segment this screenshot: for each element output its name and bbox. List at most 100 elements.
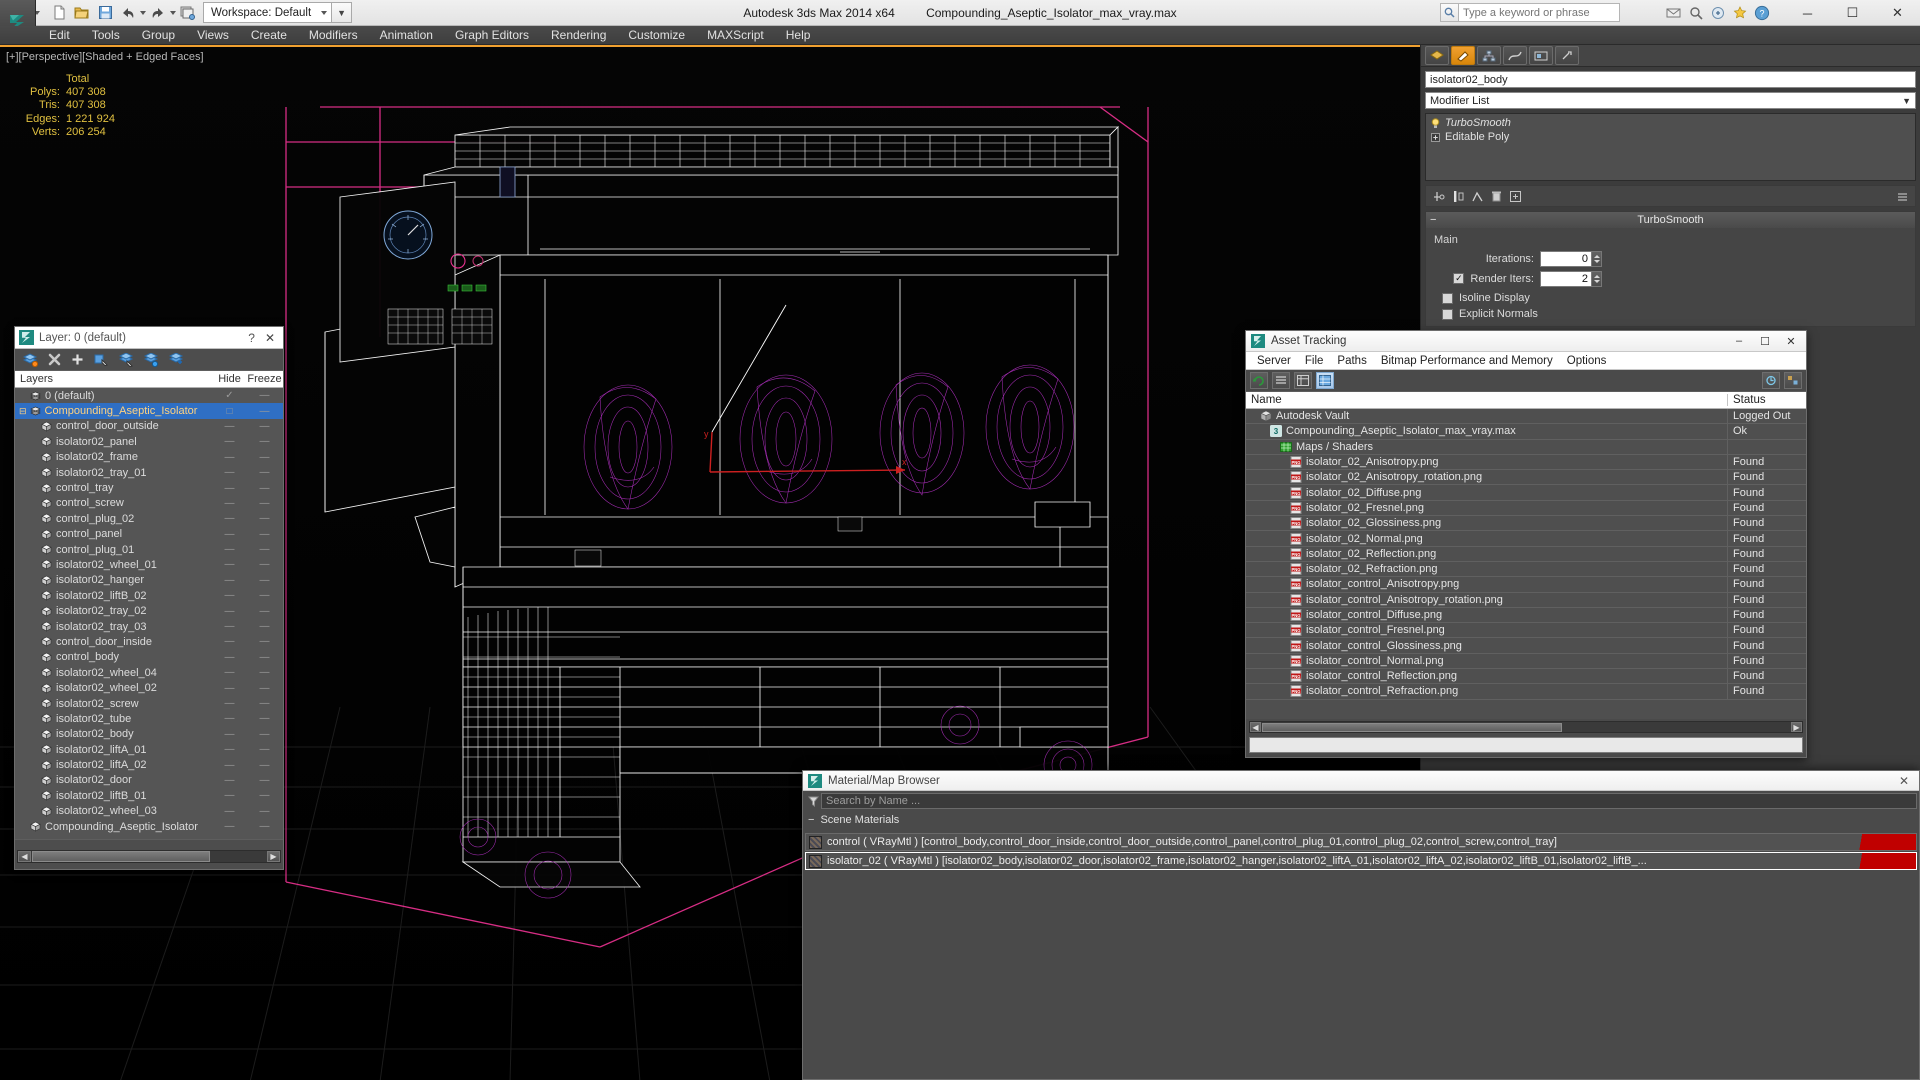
tab-create[interactable]	[1425, 46, 1449, 65]
layer-freeze-toggle[interactable]: —	[246, 729, 283, 740]
tab-motion[interactable]	[1503, 46, 1527, 65]
layer-row[interactable]: control_panel — —	[15, 527, 283, 542]
scene-materials-section[interactable]: − Scene Materials	[803, 811, 1919, 828]
layer-manager-help-button[interactable]: ?	[242, 331, 261, 345]
layer-hide-toggle[interactable]: —	[213, 621, 246, 632]
asset-row[interactable]: Autodesk Vault Logged Out	[1246, 409, 1806, 425]
tab-hierarchy[interactable]	[1477, 46, 1501, 65]
hide-unhide-layer-icon[interactable]	[169, 352, 184, 367]
layer-row[interactable]: isolator02_tray_01 — —	[15, 465, 283, 480]
asset-scroll-thumb[interactable]	[1262, 722, 1562, 732]
asset-row[interactable]: PNG isolator_control_Diffuse.png Found	[1246, 607, 1806, 624]
menu-item-customize[interactable]: Customize	[617, 26, 696, 45]
plus-expand-icon[interactable]	[1431, 132, 1440, 142]
iterations-value[interactable]: 0	[1540, 250, 1592, 267]
scroll-right-arrow-icon[interactable]: ▶	[267, 851, 280, 862]
layer-row[interactable]: control_plug_01 — —	[15, 542, 283, 557]
asset-scroll-right-icon[interactable]: ▶	[1791, 722, 1802, 732]
asset-tracking-titlebar[interactable]: Asset Tracking – ☐ ✕	[1246, 331, 1806, 352]
create-new-layer-icon[interactable]	[23, 352, 38, 367]
layer-hide-toggle[interactable]: —	[213, 821, 246, 832]
layer-hide-toggle[interactable]: —	[213, 760, 246, 771]
set-project-folder-button[interactable]	[177, 2, 199, 23]
material-row[interactable]: isolator_02 ( VRayMtl ) [isolator02_body…	[805, 852, 1917, 870]
isoline-display-checkbox[interactable]	[1442, 292, 1453, 304]
layer-freeze-toggle[interactable]: —	[246, 513, 283, 524]
refresh-icon[interactable]	[1250, 372, 1268, 389]
asset-row[interactable]: PNG isolator_control_Anisotropy_rotation.…	[1246, 592, 1806, 608]
asset-minimize-button[interactable]: –	[1726, 332, 1752, 351]
layer-row[interactable]: control_door_inside — —	[15, 634, 283, 649]
viewport-label[interactable]: [+][Perspective][Shaded + Edged Faces]	[6, 51, 204, 63]
asset-list[interactable]: Autodesk Vault Logged Out 3 Compounding_Ase…	[1246, 409, 1806, 719]
layer-freeze-toggle[interactable]: —	[246, 436, 283, 447]
layer-row[interactable]: isolator02_hanger — —	[15, 573, 283, 588]
layer-freeze-toggle[interactable]: —	[246, 821, 283, 832]
layer-hide-toggle[interactable]: —	[213, 467, 246, 478]
layer-hide-toggle[interactable]: —	[213, 498, 246, 509]
layer-manager-titlebar[interactable]: Layer: 0 (default) ? ✕	[15, 327, 283, 349]
layer-freeze-toggle[interactable]: —	[246, 529, 283, 540]
layer-row[interactable]: isolator02_liftB_01 — —	[15, 788, 283, 803]
object-name-field[interactable]: isolator02_body	[1425, 71, 1916, 88]
layer-hide-toggle[interactable]: □	[213, 406, 246, 417]
detail-view-icon[interactable]	[1294, 372, 1312, 389]
layer-freeze-toggle[interactable]: —	[246, 590, 283, 601]
layer-freeze-toggle[interactable]: —	[246, 467, 283, 478]
layer-hide-toggle[interactable]: —	[213, 667, 246, 678]
layer-freeze-toggle[interactable]: —	[246, 544, 283, 555]
tab-modify[interactable]	[1451, 46, 1475, 65]
layer-row[interactable]: Compounding_Aseptic_Isolator — —	[15, 819, 283, 834]
close-button[interactable]: ✕	[1875, 0, 1920, 26]
workspace-selector[interactable]: Workspace: Default	[203, 2, 333, 23]
menu-item-rendering[interactable]: Rendering	[540, 26, 617, 45]
asset-row[interactable]: PNG isolator_02_Refraction.png Found	[1246, 561, 1806, 578]
highlight-selected-objects-layers-icon[interactable]	[144, 352, 159, 367]
filter-funnel-icon[interactable]	[805, 796, 821, 807]
make-unique-icon[interactable]	[1471, 190, 1484, 203]
layer-hide-toggle[interactable]: —	[213, 698, 246, 709]
layer-freeze-toggle[interactable]: —	[246, 744, 283, 755]
layer-freeze-toggle[interactable]: —	[246, 760, 283, 771]
layer-row[interactable]: ⊟ Compounding_Aseptic_Isolator □ —	[15, 403, 283, 419]
menu-item-edit[interactable]: Edit	[38, 26, 81, 45]
favorites-star-icon[interactable]	[1731, 4, 1748, 21]
layer-hide-toggle[interactable]: —	[213, 744, 246, 755]
layer-hide-toggle[interactable]: —	[213, 544, 246, 555]
pin-stack-icon[interactable]	[1432, 190, 1446, 203]
scroll-left-arrow-icon[interactable]: ◀	[18, 851, 31, 862]
search-input[interactable]	[1458, 3, 1620, 22]
asset-menu-options[interactable]: Options	[1560, 355, 1614, 367]
layer-row[interactable]: control_tray — —	[15, 480, 283, 495]
asset-menu-bitmap[interactable]: Bitmap Performance and Memory	[1374, 355, 1560, 367]
asset-row[interactable]: PNG isolator_02_Reflection.png Found	[1246, 546, 1806, 562]
layer-hide-toggle[interactable]: —	[213, 683, 246, 694]
asset-row[interactable]: PNG isolator_02_Anisotropy_rotation.png Fo…	[1246, 470, 1806, 486]
tab-utilities[interactable]	[1555, 46, 1579, 65]
material-list[interactable]: control ( VRayMtl ) [control_body,contro…	[805, 833, 1917, 1049]
layer-row[interactable]: control_body — —	[15, 650, 283, 665]
layer-freeze-toggle[interactable]: —	[246, 683, 283, 694]
subscription-center-icon[interactable]	[1709, 4, 1726, 21]
asset-row[interactable]: PNG isolator_control_Fresnel.png Found	[1246, 623, 1806, 639]
isoline-display-row[interactable]: Isoline Display	[1432, 290, 1909, 306]
material-search-input[interactable]: Search by Name ...	[821, 793, 1917, 809]
menu-item-graph-editors[interactable]: Graph Editors	[444, 26, 540, 45]
layer-hide-toggle[interactable]: —	[213, 452, 246, 463]
layer-row[interactable]: control_door_outside — —	[15, 419, 283, 434]
layer-row[interactable]: isolator02_screw — —	[15, 696, 283, 711]
menu-item-maxscript[interactable]: MAXScript	[696, 26, 775, 45]
open-file-button[interactable]	[71, 2, 93, 23]
asset-menu-paths[interactable]: Paths	[1330, 355, 1373, 367]
layer-row[interactable]: isolator02_frame — —	[15, 450, 283, 465]
help-icon[interactable]: ?	[1753, 4, 1770, 21]
layer-hide-toggle[interactable]: —	[213, 483, 246, 494]
menu-item-group[interactable]: Group	[131, 26, 186, 45]
layer-freeze-toggle[interactable]: —	[246, 713, 283, 724]
layer-freeze-toggle[interactable]: —	[246, 498, 283, 509]
layer-hide-toggle[interactable]: —	[213, 513, 246, 524]
menu-item-create[interactable]: Create	[240, 26, 298, 45]
layer-row[interactable]: isolator02_wheel_01 — —	[15, 557, 283, 572]
layer-row[interactable]: isolator02_door — —	[15, 773, 283, 788]
save-file-button[interactable]	[94, 2, 116, 23]
